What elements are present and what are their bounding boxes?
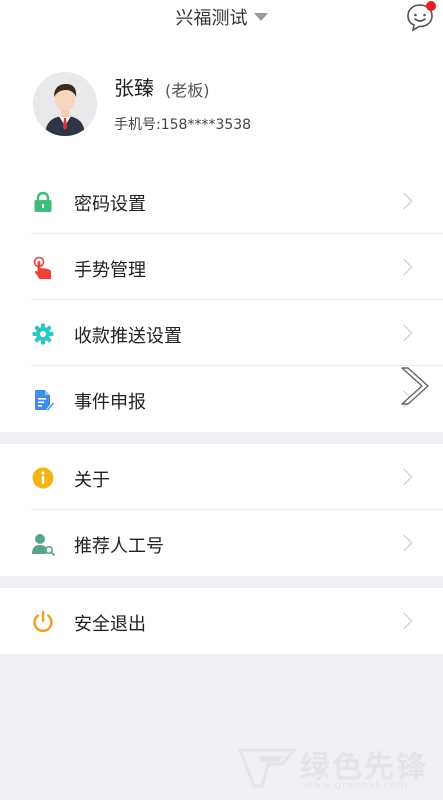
menu-item-referrer-id[interactable]: 推荐人工号 xyxy=(0,510,443,576)
user-role: (老板) xyxy=(165,81,210,100)
menu-item-label: 收款推送设置 xyxy=(74,326,182,347)
info-icon xyxy=(32,467,54,489)
power-icon xyxy=(33,610,53,633)
hand-tap-icon xyxy=(33,256,51,279)
menu-group-about: 关于 推荐人工号 xyxy=(0,444,443,576)
menu-item-gesture-management[interactable]: 手势管理 xyxy=(0,234,443,300)
menu-item-label: 密码设置 xyxy=(74,194,146,215)
chevron-right-icon xyxy=(395,192,413,210)
chevron-right-icon xyxy=(395,612,413,630)
gear-icon xyxy=(32,323,54,345)
menu-item-label: 关于 xyxy=(74,470,110,491)
watermark-url: www.greenxf.com xyxy=(304,780,408,791)
menu-group-account: 密码设置 手势管理 收款推送设置 事件申报 xyxy=(0,168,443,432)
menu-item-payment-push-settings[interactable]: 收款推送设置 xyxy=(0,300,443,366)
avatar[interactable] xyxy=(33,72,97,136)
menu-item-label: 事件申报 xyxy=(74,392,146,413)
menu-item-logout[interactable]: 安全退出 xyxy=(0,588,443,654)
chevron-right-icon xyxy=(395,258,413,276)
phone-value: 158****3538 xyxy=(160,117,252,133)
chevron-right-icon xyxy=(395,534,413,552)
chevron-right-icon xyxy=(395,324,413,342)
user-name: 张臻 xyxy=(114,76,154,100)
document-edit-icon xyxy=(35,390,55,412)
menu-item-password-settings[interactable]: 密码设置 xyxy=(0,168,443,234)
top-bar: 兴福测试 xyxy=(0,0,443,36)
avatar-image xyxy=(33,72,97,136)
profile-card: 张臻 (老板) 手机号:158****3538 xyxy=(0,36,443,168)
chevron-right-icon xyxy=(395,468,413,486)
menu-item-label: 手势管理 xyxy=(74,260,146,281)
floating-arrow-icon[interactable] xyxy=(398,366,430,406)
caret-down-icon xyxy=(253,13,268,21)
lock-icon xyxy=(34,191,52,212)
menu-item-label: 推荐人工号 xyxy=(74,536,164,557)
message-button[interactable] xyxy=(405,1,436,32)
user-search-icon xyxy=(32,534,55,556)
menu-item-about[interactable]: 关于 xyxy=(0,444,443,510)
phone-label: 手机号: xyxy=(114,117,161,133)
store-switcher[interactable]: 兴福测试 xyxy=(0,4,443,30)
notification-dot xyxy=(426,1,436,11)
store-name: 兴福测试 xyxy=(175,8,248,29)
menu-group-logout: 安全退出 xyxy=(0,588,443,654)
watermark-logo-icon xyxy=(238,748,296,788)
menu-item-label: 安全退出 xyxy=(74,614,146,635)
phone-number: 手机号:158****3538 xyxy=(114,114,251,134)
menu-item-event-report[interactable]: 事件申报 xyxy=(0,366,443,432)
watermark: 绿色先锋 www.greenxf.com xyxy=(238,742,438,792)
